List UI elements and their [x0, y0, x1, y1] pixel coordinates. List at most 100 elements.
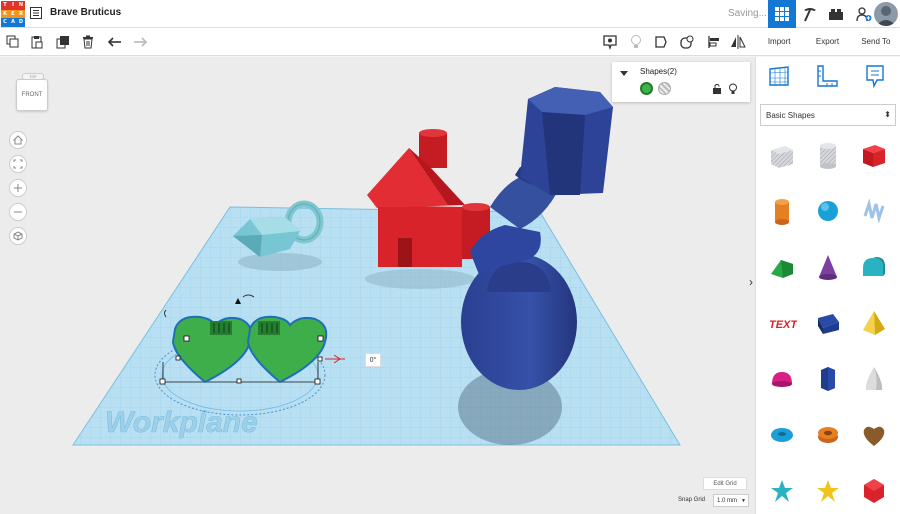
shape-star[interactable] — [764, 473, 800, 509]
box-icon — [863, 145, 885, 167]
shape-heart[interactable] — [856, 417, 892, 453]
lego-button[interactable] — [822, 0, 850, 28]
snap-grid-select[interactable]: 1.0 mm ▼ — [713, 494, 749, 507]
view-cube[interactable]: TOP FRONT — [14, 73, 50, 113]
shape-cylinder-hole[interactable] — [810, 137, 846, 173]
orthographic-button[interactable] — [9, 227, 27, 245]
duplicate-button[interactable] — [54, 33, 72, 51]
home-view-button[interactable] — [9, 131, 27, 149]
svg-text:TEXT: TEXT — [769, 319, 797, 331]
shape-sphere[interactable] — [810, 193, 846, 229]
top-bar: TINKERCAD Brave Bruticus Saving... — [0, 0, 900, 28]
torus-icon — [771, 428, 793, 442]
logo-letter: N — [17, 1, 25, 10]
send-to-button[interactable]: Send To — [852, 28, 900, 55]
mirror-icon — [731, 35, 746, 49]
view-cube-front[interactable]: FRONT — [16, 79, 48, 111]
shape-tube[interactable] — [810, 417, 846, 453]
grid-view-button[interactable] — [768, 0, 796, 28]
hole-swatch[interactable] — [658, 82, 671, 95]
cone-icon — [819, 255, 837, 280]
mirror-button[interactable] — [729, 33, 747, 51]
export-button[interactable]: Export — [803, 28, 851, 55]
solid-shape-button[interactable] — [652, 33, 670, 51]
solid-color-swatch[interactable] — [640, 82, 653, 95]
shape-box[interactable] — [856, 137, 892, 173]
shape-wedge[interactable] — [810, 305, 846, 341]
hole-shape-button[interactable] — [678, 33, 696, 51]
note-button[interactable] — [601, 33, 619, 51]
home-icon — [13, 135, 23, 145]
rotation-readout: 0° — [365, 353, 381, 367]
workplane-icon[interactable] — [766, 63, 792, 89]
collapse-panel-icon[interactable]: › — [749, 275, 753, 289]
select-arrows-icon: ⬍ — [884, 110, 891, 119]
shape-box-hole[interactable] — [764, 137, 800, 173]
redo-button[interactable] — [131, 33, 149, 51]
zoom-out-icon — [14, 211, 22, 213]
zoom-out-button[interactable] — [9, 203, 27, 221]
align-button[interactable] — [705, 33, 723, 51]
logo-letter: R — [17, 9, 25, 19]
ruler-icon[interactable] — [814, 63, 840, 89]
star-gold-icon — [817, 480, 839, 502]
shape-cone[interactable] — [810, 249, 846, 285]
copy-icon — [6, 35, 19, 48]
paraboloid-icon — [865, 367, 883, 390]
half-sphere-icon — [772, 372, 792, 387]
house-shape[interactable] — [367, 129, 490, 267]
design-menu-icon[interactable] — [30, 7, 42, 19]
shape-star-gold[interactable] — [810, 473, 846, 509]
shape-round-roof[interactable] — [856, 249, 892, 285]
minecraft-button[interactable] — [796, 0, 824, 28]
delete-button[interactable] — [79, 33, 97, 51]
scribble-icon — [863, 198, 885, 224]
shape-library-selected: Basic Shapes — [766, 110, 815, 120]
fit-view-button[interactable] — [9, 155, 27, 173]
shape-half-sphere[interactable] — [764, 361, 800, 397]
shape-paraboloid[interactable] — [856, 361, 892, 397]
zoom-in-button[interactable] — [9, 179, 27, 197]
heart-icon — [863, 426, 885, 446]
avatar[interactable] — [874, 2, 898, 26]
3d-viewport[interactable]: Workplane TOP FRONT Shapes(2) 0° Edit Gr… — [0, 57, 755, 514]
snap-grid-label: Snap Grid — [678, 497, 706, 503]
star-icon — [771, 480, 793, 502]
cylinder-icon — [775, 199, 789, 225]
align-icon — [708, 36, 719, 48]
brick-icon — [829, 9, 843, 20]
scene-canvas[interactable]: Workplane — [0, 57, 755, 514]
edit-toolbar — [0, 28, 755, 56]
pickaxe-icon — [804, 8, 816, 22]
zoom-in-icon — [14, 184, 22, 192]
shape-pyramid[interactable] — [856, 305, 892, 341]
logo-letter: C — [1, 18, 9, 27]
shape-text[interactable]: TEXT — [764, 305, 800, 341]
sphere-icon — [818, 201, 838, 221]
notes-icon[interactable] — [862, 63, 888, 89]
paste-button[interactable] — [28, 33, 46, 51]
shape-roof[interactable] — [764, 249, 800, 285]
collapse-inspector-icon[interactable] — [620, 71, 628, 76]
shape-scribble[interactable] — [856, 193, 892, 229]
shape-polygon[interactable] — [810, 361, 846, 397]
grid-view-icon — [775, 7, 789, 21]
copy-button[interactable] — [4, 33, 22, 51]
wedge-icon — [818, 314, 839, 334]
tinkercad-logo[interactable]: TINKERCAD — [1, 1, 25, 27]
pyramid-icon — [863, 311, 885, 335]
duplicate-icon — [56, 36, 69, 49]
shape-library-select[interactable]: Basic Shapes ⬍ — [760, 104, 896, 126]
light-bulb-button[interactable] — [627, 33, 645, 51]
edit-grid-button[interactable]: Edit Grid — [703, 477, 747, 490]
shape-cylinder[interactable] — [764, 193, 800, 229]
undo-button[interactable] — [106, 33, 124, 51]
shape-polyhedron[interactable] — [856, 473, 892, 509]
visibility-bulb-icon[interactable] — [728, 83, 738, 95]
design-title[interactable]: Brave Bruticus — [50, 7, 121, 18]
shape-torus[interactable] — [764, 417, 800, 453]
workplane[interactable]: Workplane — [72, 206, 681, 446]
lock-icon[interactable] — [712, 84, 722, 94]
import-button[interactable]: Import — [755, 28, 803, 55]
roof-icon — [771, 260, 793, 278]
